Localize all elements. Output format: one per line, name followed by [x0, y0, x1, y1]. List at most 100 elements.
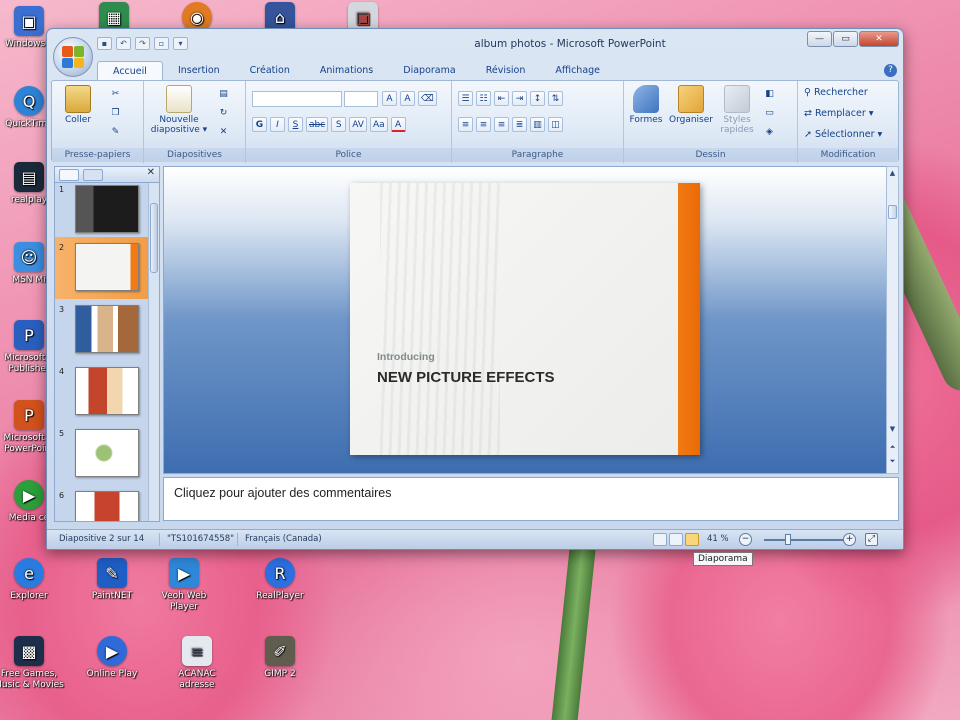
- font-color-icon[interactable]: A: [390, 117, 406, 132]
- arrange-button[interactable]: Organiser: [666, 85, 716, 125]
- strikethrough-icon[interactable]: abc: [306, 117, 329, 132]
- title-bar[interactable]: ▪ ↶ ↷ ▫ ▾ album photos - Microsoft Power…: [47, 29, 903, 59]
- paintnet-icon: ✎: [97, 558, 127, 588]
- shapes-button[interactable]: Formes: [628, 85, 664, 125]
- notes-pane[interactable]: Cliquez pour ajouter des commentaires: [163, 477, 899, 521]
- delete-slide-icon[interactable]: ✕: [216, 125, 231, 140]
- layout-icon[interactable]: ▤: [216, 87, 231, 102]
- clipboard-icon: [65, 85, 91, 113]
- desktop-icon-free-games[interactable]: ▩ Free Games, Music & Movies: [0, 636, 66, 691]
- shape-outline-icon[interactable]: ▭: [762, 106, 777, 121]
- underline-icon[interactable]: S: [288, 117, 303, 132]
- numbering-icon[interactable]: ☷: [476, 91, 491, 106]
- clear-format-icon[interactable]: ⌫: [418, 91, 437, 106]
- shrink-font-icon[interactable]: A: [400, 91, 415, 106]
- slide-sorter-icon[interactable]: [669, 533, 683, 546]
- cut-icon[interactable]: ✂: [108, 87, 123, 102]
- normal-view-icon[interactable]: [653, 533, 667, 546]
- reset-icon[interactable]: ↻: [216, 106, 231, 121]
- slide-title[interactable]: NEW PICTURE EFFECTS: [377, 369, 555, 386]
- shadow-icon[interactable]: S: [331, 117, 347, 132]
- desktop-icon-paintnet[interactable]: ✎ PaintNET: [75, 558, 149, 602]
- fit-to-window-icon[interactable]: ⤢: [865, 533, 878, 546]
- maximize-button[interactable]: ▭: [833, 31, 858, 47]
- scrollbar-thumb[interactable]: [150, 203, 158, 273]
- thumbnail-4[interactable]: 4: [55, 361, 159, 423]
- bold-icon[interactable]: G: [252, 117, 267, 132]
- grow-font-icon[interactable]: A: [382, 91, 397, 106]
- language-indicator[interactable]: Français (Canada): [245, 534, 322, 544]
- select-arrow-icon: ➚: [804, 129, 815, 140]
- shapes-icon: [633, 85, 659, 113]
- scroll-down-icon[interactable]: ▼: [887, 425, 898, 433]
- help-icon[interactable]: ?: [884, 64, 897, 77]
- increase-indent-icon[interactable]: ⇥: [512, 91, 527, 106]
- decrease-indent-icon[interactable]: ⇤: [494, 91, 509, 106]
- paste-button[interactable]: Coller: [58, 85, 98, 125]
- current-slide[interactable]: Introducing NEW PICTURE EFFECTS: [350, 183, 700, 455]
- change-case-icon[interactable]: Aa: [369, 117, 388, 132]
- desktop-icon-explorer[interactable]: e Explorer: [0, 558, 66, 602]
- zoom-out-icon[interactable]: −: [739, 533, 752, 546]
- scroll-up-icon[interactable]: ▲: [887, 169, 898, 177]
- new-slide-button[interactable]: Nouvelle diapositive ▾: [148, 85, 210, 135]
- thumbnail-2[interactable]: 2: [55, 237, 159, 299]
- char-spacing-icon[interactable]: AV: [349, 117, 367, 132]
- tab-insertion[interactable]: Insertion: [163, 61, 235, 81]
- tab-creation[interactable]: Création: [235, 61, 305, 81]
- minimize-button[interactable]: —: [807, 31, 832, 47]
- desktop-icon-veoh[interactable]: ▶ Veoh Web Player: [147, 558, 221, 613]
- zoom-in-icon[interactable]: +: [843, 533, 856, 546]
- bullets-icon[interactable]: ☰: [458, 91, 473, 106]
- shape-fill-icon[interactable]: ◧: [762, 87, 777, 102]
- desktop-icon-online-play[interactable]: ▶ Online Play: [75, 636, 149, 680]
- tab-diaporama[interactable]: Diaporama: [388, 61, 470, 81]
- close-pane-icon[interactable]: ✕: [147, 167, 155, 178]
- shape-effects-icon[interactable]: ◈: [762, 125, 777, 140]
- slides-pane-scrollbar[interactable]: [148, 183, 159, 521]
- tab-animations[interactable]: Animations: [305, 61, 388, 81]
- zoom-slider-knob[interactable]: [785, 534, 791, 545]
- format-painter-icon[interactable]: ✎: [108, 125, 123, 140]
- justify-icon[interactable]: ≣: [512, 117, 527, 132]
- desktop-icon-gimp[interactable]: ✐ GIMP 2: [243, 636, 317, 680]
- slideshow-view-icon[interactable]: [685, 533, 699, 546]
- close-button[interactable]: ✕: [859, 31, 899, 47]
- thumbnail-3[interactable]: 3: [55, 299, 159, 361]
- quick-styles-button[interactable]: Styles rapides: [716, 85, 758, 135]
- slide-subtitle[interactable]: Introducing: [377, 351, 435, 363]
- zoom-slider[interactable]: [764, 539, 854, 541]
- thumbnail-5[interactable]: 5: [55, 423, 159, 485]
- tab-revision[interactable]: Révision: [471, 61, 541, 81]
- slide-thumb-image: [75, 243, 139, 291]
- slide-scrollbar[interactable]: ▲ ▼ ⏶ ⏷: [886, 166, 899, 474]
- next-slide-icon[interactable]: ⏷: [887, 457, 898, 466]
- find-button[interactable]: ⚲ Rechercher: [804, 87, 868, 98]
- copy-icon[interactable]: ❐: [108, 106, 123, 121]
- text-direction-icon[interactable]: ⇅: [548, 91, 563, 106]
- tab-affichage[interactable]: Affichage: [540, 61, 615, 81]
- slides-pane: ✕ 1 2 3 4 5 6: [54, 166, 160, 522]
- italic-icon[interactable]: I: [270, 117, 285, 132]
- replace-button[interactable]: ⇄ Remplacer ▾: [804, 108, 874, 119]
- slide-counter: Diapositive 2 sur 14: [59, 534, 145, 544]
- align-right-icon[interactable]: ≡: [494, 117, 509, 132]
- prev-slide-icon[interactable]: ⏶: [887, 443, 898, 452]
- tab-accueil[interactable]: Accueil: [97, 61, 163, 81]
- veoh-icon: ▶: [169, 558, 199, 588]
- scrollbar-thumb[interactable]: [888, 205, 897, 219]
- select-button[interactable]: ➚ Sélectionner ▾: [804, 129, 882, 140]
- thumbnail-6[interactable]: 6: [55, 485, 159, 521]
- thumbnail-1[interactable]: 1: [55, 179, 159, 237]
- office-button[interactable]: [53, 37, 93, 77]
- desktop-icon-realplayer[interactable]: R RealPlayer: [243, 558, 317, 602]
- desktop-icon-acanac[interactable]: ≡ ACANAC adresse: [160, 636, 234, 691]
- zoom-level[interactable]: 41 %: [707, 534, 729, 544]
- line-spacing-icon[interactable]: ↕: [530, 91, 545, 106]
- align-left-icon[interactable]: ≡: [458, 117, 473, 132]
- align-center-icon[interactable]: ≡: [476, 117, 491, 132]
- font-size-combo[interactable]: [344, 91, 378, 107]
- columns-icon[interactable]: ▥: [530, 117, 545, 132]
- smartart-icon[interactable]: ◫: [548, 117, 563, 132]
- font-family-combo[interactable]: [252, 91, 342, 107]
